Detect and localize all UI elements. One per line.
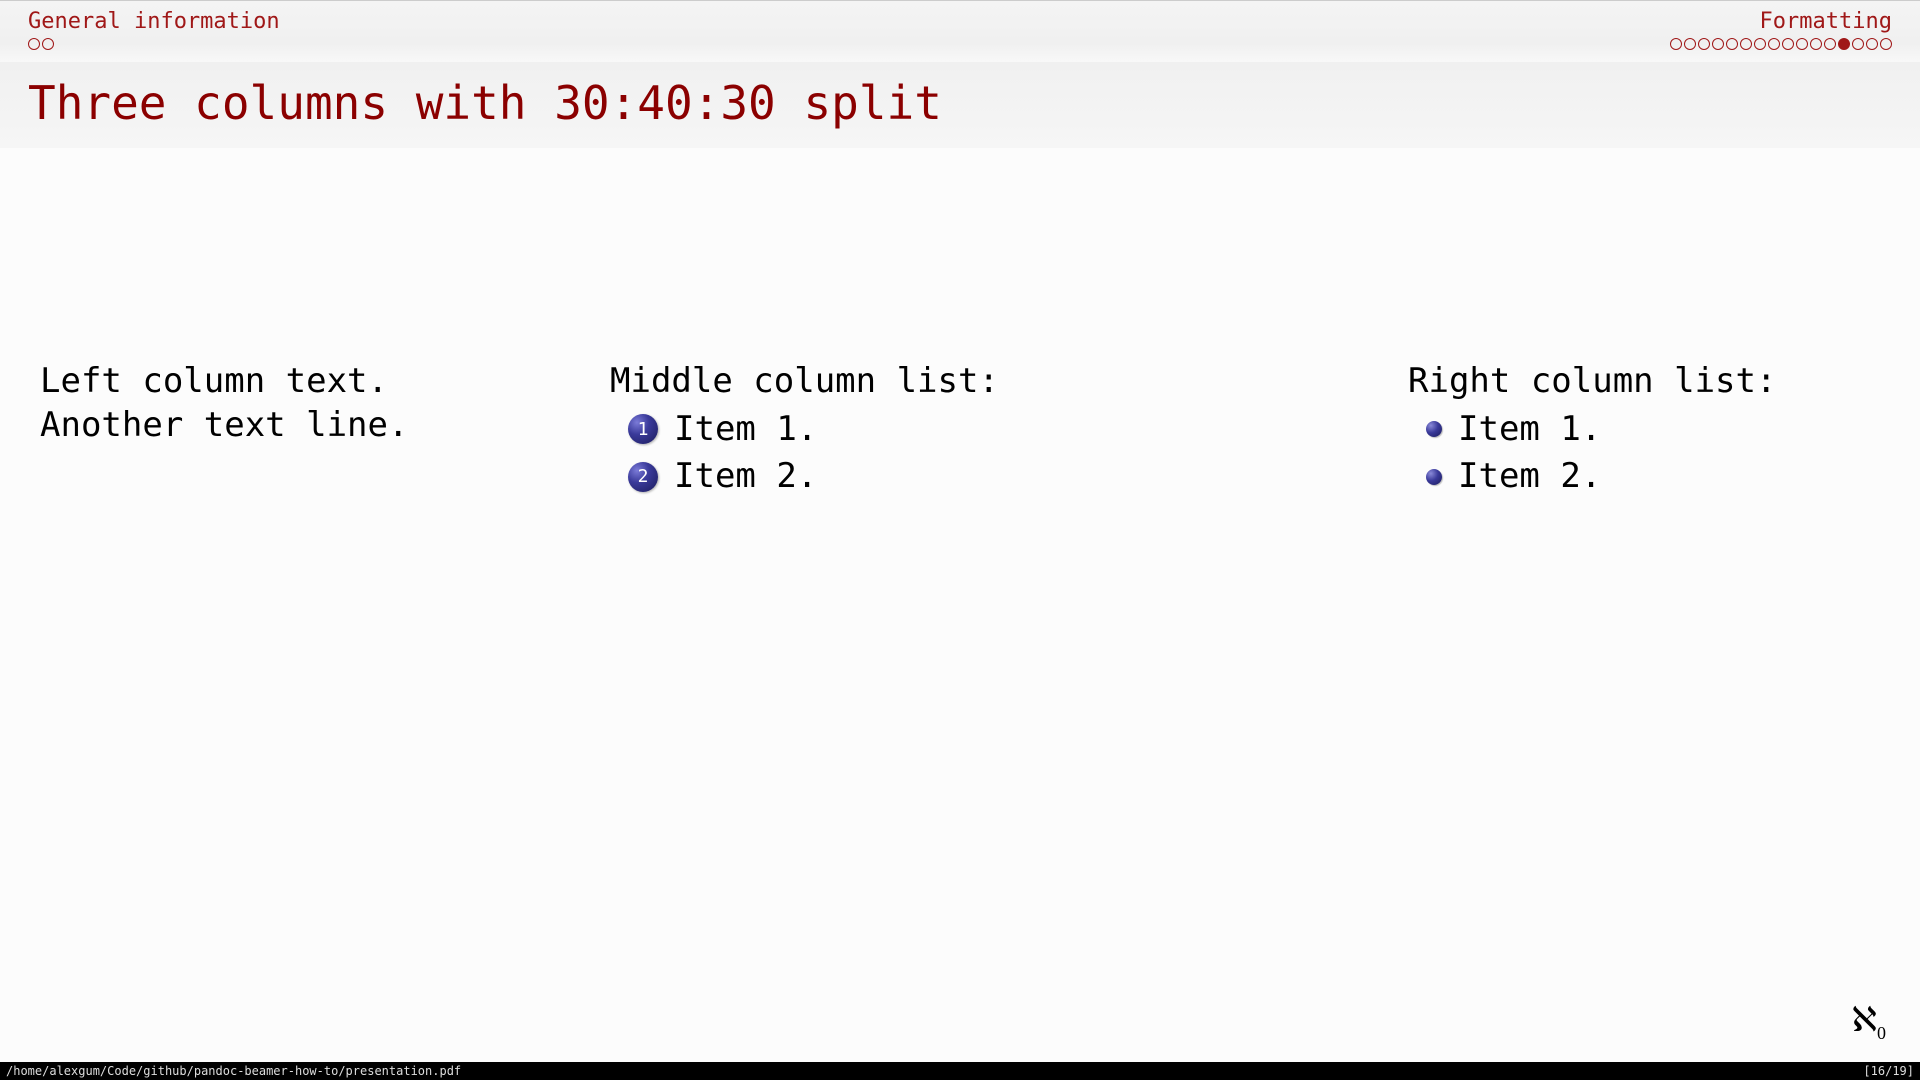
beamer-slide: General information Formatting Three col… (0, 0, 1920, 1080)
column-left: Left column text. Another text line. (40, 360, 592, 499)
progress-dot-icon[interactable] (1796, 38, 1808, 50)
nav-section-right: Formatting (1670, 9, 1892, 50)
numbered-bullet-icon: 2 (628, 462, 658, 492)
aleph-null-logo: ℵ0 (1852, 1000, 1886, 1044)
list-item-label: Item 1. (674, 408, 817, 452)
list-item: Item 2. (1408, 455, 1880, 499)
progress-dot-icon[interactable] (1838, 38, 1850, 50)
numbered-bullet-icon: 1 (628, 414, 658, 444)
progress-dot-icon[interactable] (1810, 38, 1822, 50)
progress-dot-icon[interactable] (1782, 38, 1794, 50)
progress-dot-icon[interactable] (1852, 38, 1864, 50)
nav-section-left: General information (28, 9, 280, 50)
disc-bullet-icon (1426, 421, 1442, 437)
list-item: Item 1. (1408, 408, 1880, 452)
aleph-subscript: 0 (1877, 1023, 1886, 1043)
column-middle: Middle column list: 1 Item 1. 2 Item 2. (592, 360, 1328, 499)
aleph-symbol: ℵ (1852, 1002, 1877, 1039)
nav-label-right[interactable]: Formatting (1670, 9, 1892, 34)
slide-body: Left column text. Another text line. Mid… (0, 360, 1920, 499)
left-text-line: Left column text. (40, 360, 582, 404)
list-item: 2 Item 2. (610, 455, 1328, 499)
middle-heading: Middle column list: (610, 360, 1328, 404)
progress-dot-icon[interactable] (1866, 38, 1878, 50)
list-item-label: Item 2. (674, 455, 817, 499)
progress-dots-left (28, 38, 280, 50)
progress-dot-icon[interactable] (1670, 38, 1682, 50)
progress-dot-icon[interactable] (1726, 38, 1738, 50)
progress-dot-icon[interactable] (1740, 38, 1752, 50)
progress-dot-icon[interactable] (1712, 38, 1724, 50)
list-item-label: Item 2. (1458, 455, 1601, 499)
list-item-label: Item 1. (1458, 408, 1601, 452)
nav-row: General information Formatting (28, 9, 1892, 50)
progress-dots-right (1670, 38, 1892, 50)
right-heading: Right column list: (1408, 360, 1880, 404)
slide-header: General information Formatting (0, 0, 1920, 62)
progress-dot-icon[interactable] (1824, 38, 1836, 50)
column-right: Right column list: Item 1. Item 2. (1328, 360, 1880, 499)
progress-dot-icon[interactable] (1698, 38, 1710, 50)
progress-dot-icon[interactable] (1754, 38, 1766, 50)
left-text-line: Another text line. (40, 404, 582, 448)
disc-bullet-icon (1426, 469, 1442, 485)
list-item: 1 Item 1. (610, 408, 1328, 452)
progress-dot-icon[interactable] (1684, 38, 1696, 50)
progress-dot-icon[interactable] (28, 38, 40, 50)
slide-title: Three columns with 30:40:30 split (0, 62, 1920, 148)
progress-dot-icon[interactable] (1768, 38, 1780, 50)
progress-dot-icon[interactable] (1880, 38, 1892, 50)
status-filepath: /home/alexgum/Code/github/pandoc-beamer-… (6, 1064, 461, 1078)
nav-label-left[interactable]: General information (28, 9, 280, 34)
viewer-statusbar: /home/alexgum/Code/github/pandoc-beamer-… (0, 1062, 1920, 1080)
status-page-indicator: [16/19] (1863, 1064, 1914, 1078)
progress-dot-icon[interactable] (42, 38, 54, 50)
